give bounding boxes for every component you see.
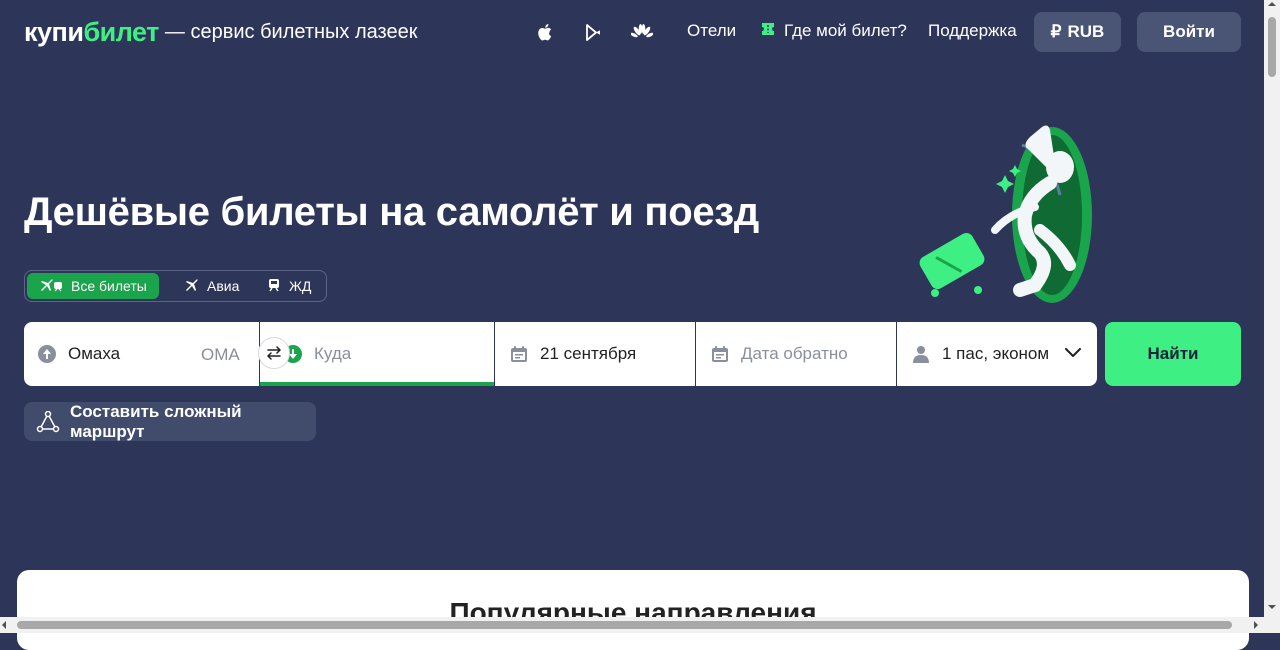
google-play-icon[interactable] [582,20,606,44]
chevron-down-icon [1065,348,1081,358]
currency-label: RUB [1067,22,1105,41]
calendar-icon [510,345,528,363]
nav-where-ticket-link[interactable]: Где мой билет? [760,21,907,41]
plane-icon [185,278,199,295]
logo-tagline: — сервис билетных лазеек [164,20,418,43]
popular-destinations-section: Популярные направления [17,570,1249,650]
train-icon [267,278,281,295]
nav-hotels-link[interactable]: Отели [687,21,736,41]
header: купибилет — сервис билетных лазеек Отели… [0,0,1264,64]
scroll-left-icon[interactable] [2,621,6,629]
from-iata-code: OMA [201,345,240,364]
tab-all-tickets-label: Все билеты [71,278,147,294]
scroll-right-icon[interactable] [1254,621,1258,629]
vertical-scrollbar[interactable] [1264,0,1280,633]
scroll-down-icon[interactable] [1268,605,1276,609]
search-form: Омаха OMA Куда 21 сентября Дата обратно … [24,322,1097,386]
to-field[interactable]: Куда [260,322,494,386]
tab-train-label: ЖД [289,278,312,294]
nav-where-ticket-label: Где мой билет? [784,21,907,40]
logo[interactable]: купибилет — сервис билетных лазеек [24,16,417,48]
to-field-focus-underline [260,382,494,386]
swap-arrows-icon [266,346,282,360]
from-value: Омаха [68,344,121,363]
page-title: Дешёвые билеты на самолёт и поезд [24,190,759,234]
to-input: Куда [314,344,352,363]
plane-train-icon [39,278,63,295]
tab-avia-label: Авиа [207,278,240,294]
tab-avia[interactable]: Авиа [173,273,251,299]
scroll-up-icon[interactable] [1268,2,1276,6]
swap-button[interactable] [258,337,290,369]
passengers-value: 1 пас, эконом [942,344,1050,363]
complex-route-button[interactable]: Составить сложный маршрут [24,402,316,441]
tab-all-tickets[interactable]: Все билеты [27,273,159,299]
route-icon [36,410,60,433]
departure-icon [38,345,56,363]
huawei-icon[interactable] [630,20,654,44]
complex-route-label: Составить сложный маршрут [70,401,242,441]
vertical-scrollbar-thumb[interactable] [1268,17,1276,77]
currency-button[interactable]: ₽ RUB [1034,12,1121,52]
tab-train[interactable]: ЖД [255,273,323,299]
logo-wordmark: купибилет [24,16,159,47]
nav-support-link[interactable]: Поддержка [928,21,1017,41]
ruble-icon: ₽ [1050,22,1062,41]
ticket-icon [760,21,776,41]
calendar-icon [711,345,729,363]
return-date-field[interactable]: Дата обратно [696,322,896,386]
return-date-input: Дата обратно [741,344,848,363]
find-button[interactable]: Найти [1105,322,1241,386]
login-button[interactable]: Войти [1137,12,1241,52]
apple-icon[interactable] [534,20,558,44]
departure-date-field[interactable]: 21 сентября [495,322,695,386]
ticket-type-switch: Все билеты Авиа ЖД [24,270,327,302]
person-icon [912,345,930,363]
from-field[interactable]: Омаха OMA [24,322,259,386]
passengers-dropdown[interactable]: 1 пас, эконом [897,322,1097,386]
horizontal-scrollbar-thumb[interactable] [17,621,1232,629]
departure-date-value: 21 сентября [540,344,637,363]
bunny-illustration [919,125,1092,303]
horizontal-scrollbar[interactable] [0,617,1264,633]
